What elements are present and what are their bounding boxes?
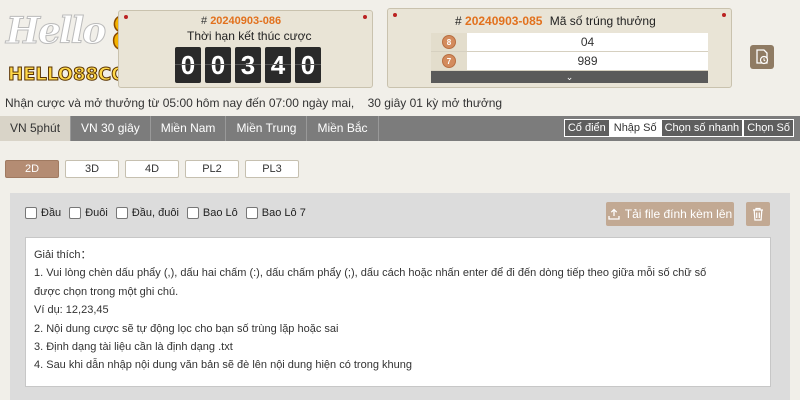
period-prefix: #: [455, 14, 462, 28]
document-clock-icon: [756, 49, 769, 65]
checkbox-box[interactable]: [69, 207, 82, 219]
instruction-line: được chọn trong một ghi chú.: [34, 285, 179, 298]
countdown-digit: 0: [205, 47, 231, 83]
logo-text-hello: Hello: [5, 10, 106, 53]
corner-dot: [124, 15, 128, 19]
checkbox-label: Bao Lô: [202, 207, 238, 219]
expand-results-button[interactable]: ⌄: [431, 71, 708, 83]
corner-dot: [722, 13, 726, 17]
lottery-tabbar: VN 5phút VN 30 giây Miền Nam Miền Trung …: [0, 116, 800, 141]
upload-label: Tải file đính kèm lên: [624, 207, 733, 221]
upload-icon: [608, 208, 620, 220]
countdown-digit: 0: [175, 47, 201, 83]
result-label: Mã số trúng thưởng: [549, 14, 656, 28]
instruction-line: 2. Nội dung cược sẽ tự động lọc cho bạn …: [34, 322, 339, 335]
checkbox-dau[interactable]: Đầu: [25, 207, 61, 219]
trash-icon: [753, 207, 763, 221]
notice-extra: 30 giây 01 kỳ mở thưởng: [367, 96, 503, 110]
tab-vn-5phut[interactable]: VN 5phút: [0, 116, 72, 141]
result-value: 989: [577, 54, 598, 68]
result-value: 04: [580, 35, 595, 49]
chevron-down-icon: ⌄: [565, 72, 574, 82]
checkbox-dau-duoi[interactable]: Đầu, đuôi: [115, 207, 179, 219]
checkbox-duoi[interactable]: Đuôi: [69, 207, 108, 219]
mode-chon-so[interactable]: Chọn Số: [743, 119, 794, 137]
subtab-3d[interactable]: 3D: [65, 160, 119, 178]
schedule-notice: Nhận cược và mở thưởng từ 05:00 hôm nay …: [5, 96, 502, 110]
mode-co-dien[interactable]: Cổ điển: [563, 119, 610, 137]
bet-type-tabs: 2D 3D 4D PL2 PL3: [5, 160, 299, 178]
tab-mien-trung[interactable]: Miền Trung: [226, 116, 308, 141]
checkbox-box[interactable]: [186, 207, 199, 219]
checkbox-label: Bao Lô 7: [261, 207, 306, 219]
mode-chon-so-nhanh[interactable]: Chọn số nhanh: [660, 119, 744, 137]
bet-options: Đầu Đuôi Đầu, đuôi Bao Lô Bao Lô 7: [25, 207, 306, 219]
tab-mien-nam[interactable]: Miền Nam: [151, 116, 227, 141]
prize-ball: 7: [442, 54, 456, 68]
upload-file-button[interactable]: Tải file đính kèm lên: [606, 202, 734, 226]
countdown-label: Thời hạn kết thúc cược: [187, 29, 312, 43]
period-number: 20240903-086: [210, 15, 282, 27]
checkbox-label: Đầu, đuôi: [131, 207, 179, 219]
current-period: # 20240903-086: [201, 15, 281, 27]
mode-nhap-so[interactable]: Nhập Số: [609, 119, 661, 137]
countdown-digit: 3: [235, 47, 261, 83]
countdown-digit: 0: [295, 47, 321, 83]
numbers-textarea[interactable]: Giải thích： 1. Vui lòng chèn dấu phẩy (,…: [25, 237, 771, 387]
countdown-digit: 4: [265, 47, 291, 83]
period-prefix: #: [201, 15, 208, 27]
instruction-line: Giải thích：: [34, 249, 92, 261]
checkbox-box[interactable]: [25, 207, 37, 219]
result-panel: # 20240903-085 Mã số trúng thưởng 8 04 7…: [387, 8, 732, 88]
corner-dot: [393, 13, 397, 17]
number-input-panel: Đầu Đuôi Đầu, đuôi Bao Lô Bao Lô 7 Tải f…: [10, 193, 790, 400]
history-button[interactable]: [750, 45, 774, 69]
period-number: 20240903-085: [465, 14, 543, 28]
result-row: 8 04: [431, 33, 708, 52]
result-table: 8 04 7 989 ⌄: [431, 33, 708, 83]
checkbox-label: Đầu: [41, 207, 62, 219]
checkbox-bao-lo-7[interactable]: Bao Lô 7: [245, 207, 306, 219]
result-row: 7 989: [431, 52, 708, 71]
tab-mien-bac[interactable]: Miền Bắc: [307, 116, 379, 141]
checkbox-box[interactable]: [245, 207, 258, 219]
checkbox-box[interactable]: [115, 207, 128, 219]
subtab-2d[interactable]: 2D: [5, 160, 59, 178]
subtab-pl3[interactable]: PL3: [245, 160, 299, 178]
notice-main: Nhận cược và mở thưởng từ 05:00 hôm nay …: [5, 96, 355, 110]
clear-button[interactable]: [746, 202, 770, 226]
tab-vn-30-giay[interactable]: VN 30 giây: [71, 116, 151, 141]
subtab-4d[interactable]: 4D: [125, 160, 179, 178]
result-header: # 20240903-085 Mã số trúng thưởng: [455, 14, 656, 28]
instruction-line: 4. Sau khi dẫn nhập nội dung văn bản sẽ …: [34, 359, 412, 372]
mode-switcher: Cổ điển Nhập Số Chọn số nhanh Chọn Số: [563, 119, 794, 137]
subtab-pl2[interactable]: PL2: [185, 160, 239, 178]
checkbox-label: Đuôi: [85, 207, 108, 219]
instruction-line: 1. Vui lòng chèn dấu phẩy (,), dấu hai c…: [34, 267, 707, 280]
countdown-panel: # 20240903-086 Thời hạn kết thúc cược 0 …: [118, 10, 373, 88]
prize-ball: 8: [442, 35, 456, 49]
instruction-line: 3. Định dạng tài liệu cần là định dạng .…: [34, 341, 233, 354]
checkbox-bao-lo[interactable]: Bao Lô: [186, 207, 238, 219]
corner-dot: [363, 15, 367, 19]
instruction-line: Ví dụ: 12,23,45: [34, 304, 109, 317]
countdown-timer: 0 0 3 4 0: [175, 47, 321, 83]
